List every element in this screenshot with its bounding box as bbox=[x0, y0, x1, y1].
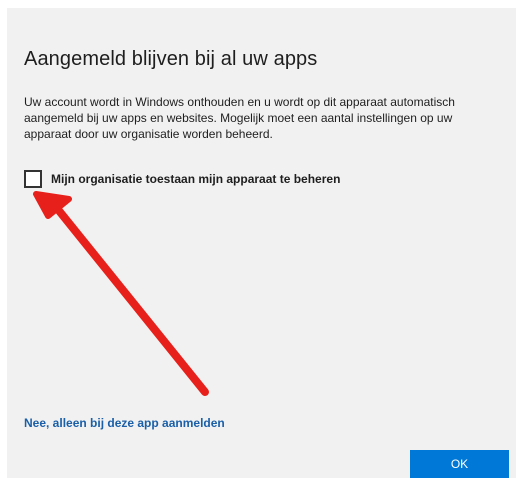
dialog-title: Aangemeld blijven bij al uw apps bbox=[24, 48, 318, 70]
dialog-description: Uw account wordt in Windows onthouden en… bbox=[24, 95, 455, 141]
ok-button[interactable]: OK bbox=[410, 450, 509, 478]
app-only-signin-link[interactable]: Nee, alleen bij deze app aanmelden bbox=[24, 416, 225, 430]
ok-button-label: OK bbox=[450, 457, 469, 471]
manage-device-checkbox-label[interactable]: Mijn organisatie toestaan mijn apparaat … bbox=[51, 172, 340, 186]
account-dialog: Aangemeld blijven bij al uw apps Uw acco… bbox=[7, 8, 516, 478]
manage-device-checkbox-row[interactable]: Mijn organisatie toestaan mijn apparaat … bbox=[24, 170, 340, 188]
manage-device-checkbox[interactable] bbox=[24, 170, 42, 188]
